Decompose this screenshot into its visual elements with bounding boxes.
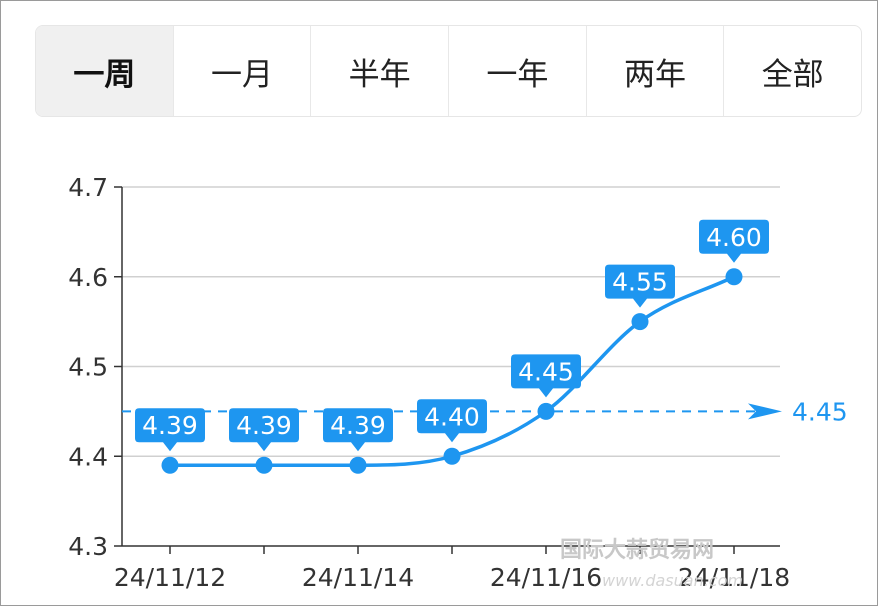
data-label: 4.40 [424,402,480,431]
data-point [631,313,649,331]
data-point [161,456,179,474]
data-label: 4.39 [142,411,198,440]
y-tick-label: 4.7 [68,173,108,202]
watermark-url: www.dasuan.com [602,571,743,590]
x-tick-label: 24/11/14 [302,563,414,592]
average-label: 4.45 [792,397,848,426]
y-tick-label: 4.4 [68,442,108,471]
y-tick-label: 4.6 [68,263,108,292]
data-label: 4.55 [612,268,668,297]
data-point [443,447,461,465]
watermark-text: 国际大蒜贸易网 [560,538,714,563]
y-tick-label: 4.3 [68,532,108,561]
x-tick-label: 24/11/12 [114,563,226,592]
data-label: 4.39 [236,411,292,440]
data-point [255,456,273,474]
y-tick-label: 4.5 [68,353,108,382]
data-label: 4.45 [518,357,574,386]
data-label: 4.60 [706,223,762,252]
x-tick-label: 24/11/16 [490,563,602,592]
data-label: 4.39 [330,411,386,440]
data-point [537,402,555,420]
price-line-chart: 4.34.44.54.64.724/11/12 24/11/14 24/11/16 2… [68,173,848,592]
data-point [725,268,743,286]
data-point [349,456,367,474]
